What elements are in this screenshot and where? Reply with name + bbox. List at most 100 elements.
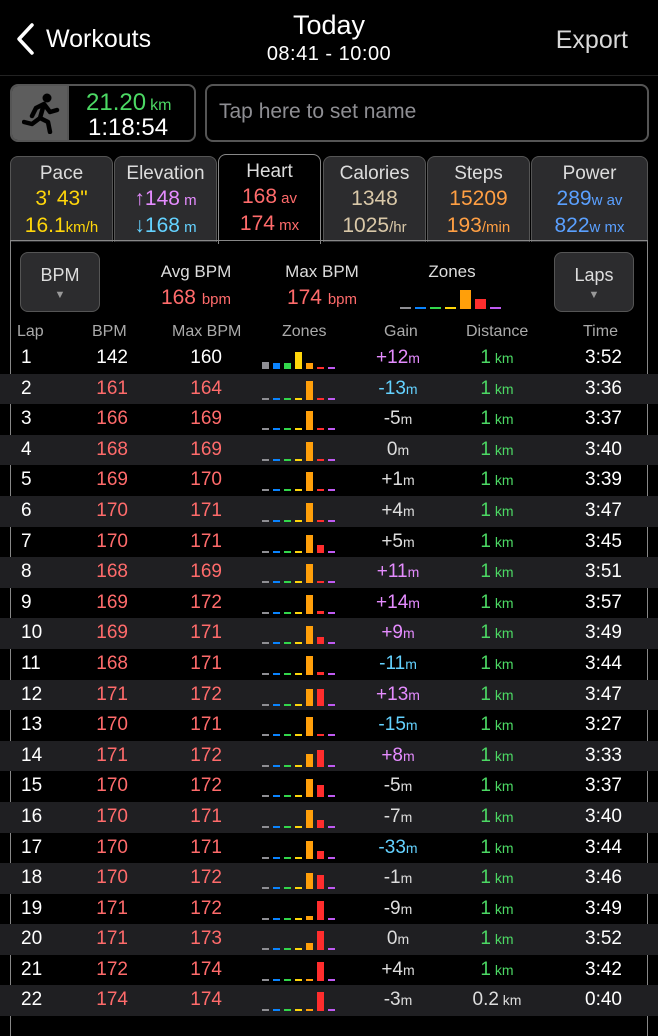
lap-gain-text: +14 (376, 591, 409, 613)
zone-bar (262, 703, 269, 706)
tab-calories[interactable]: Calories 1348 1025/hr (323, 156, 426, 242)
table-row[interactable]: 16 170 171 -7m 1 km 3:40 (0, 801, 658, 833)
tab-steps[interactable]: Steps 15209 193/min (427, 156, 530, 242)
lap-bpm: 171 (92, 898, 128, 920)
lap-time-text: 3:52 (585, 347, 622, 368)
zone-bar (295, 917, 302, 920)
lap-number-text: 21 (21, 958, 43, 980)
activity-type-button[interactable] (12, 86, 69, 140)
table-row[interactable]: 11 168 171 -11m 1 km 3:44 (0, 649, 658, 680)
table-row[interactable]: 22 174 174 -3m 0.2 km 0:40 (0, 985, 658, 1017)
export-button[interactable]: Export (556, 26, 628, 55)
lap-distance: 1 km (458, 653, 536, 675)
lap-number: 1 (21, 347, 32, 369)
zone-bar (306, 594, 313, 614)
zone-bar (328, 917, 335, 920)
zone-bar (328, 367, 335, 369)
table-row[interactable]: 19 171 172 -9m 1 km 3:49 (0, 894, 658, 925)
lap-gain: +9m (360, 622, 436, 644)
tab-power[interactable]: Power 289w av 822w mx (531, 156, 648, 242)
workout-name-field[interactable]: Tap here to set name (205, 84, 649, 142)
table-row[interactable]: 5 169 170 +1m 1 km 3:39 (0, 465, 658, 496)
lap-distance: 1 km (458, 622, 536, 644)
table-row[interactable]: 14 171 172 +8m 1 km 3:33 (0, 740, 658, 772)
zone-bar (295, 581, 302, 584)
zone-bar (273, 581, 280, 584)
table-row[interactable]: 8 168 169 +11m 1 km 3:51 (0, 557, 658, 588)
table-row[interactable]: 17 170 171 -33m 1 km 3:44 (0, 833, 658, 864)
lap-number: 20 (21, 928, 42, 950)
lap-time: 3:40 (574, 439, 622, 461)
zone-bar (317, 367, 324, 369)
table-row[interactable]: 13 170 171 -15m 1 km 3:27 (0, 710, 658, 741)
table-row[interactable]: 12 171 172 +13m 1 km 3:47 (0, 679, 658, 711)
lap-max-bpm: 171 (186, 653, 222, 675)
zone-bar (400, 307, 411, 309)
power-max-value: 822w mx (554, 214, 625, 237)
table-row[interactable]: 9 169 172 +14m 1 km 3:57 (0, 588, 658, 619)
zone-bar (306, 978, 313, 981)
avg-bpm-stat: Avg BPM 168 bpm (146, 262, 246, 310)
laps-dropdown-button[interactable]: Laps ▼ (554, 252, 634, 312)
table-row[interactable]: 3 166 169 -5m 1 km 3:37 (0, 404, 658, 435)
lap-number: 11 (21, 653, 41, 675)
tab-elevation[interactable]: Elevation ↑148 m ↓168 m (114, 156, 217, 242)
table-row[interactable]: 2 161 164 -13m 1 km 3:36 (0, 373, 658, 405)
zone-bar (328, 734, 335, 737)
zone-bar (295, 887, 302, 890)
table-row[interactable]: 18 170 172 -1m 1 km 3:46 (0, 863, 658, 894)
lap-number: 22 (21, 989, 42, 1011)
lap-bpm-text: 171 (96, 744, 128, 766)
lap-gain-text: 0 (386, 928, 398, 950)
lap-max-bpm-text: 171 (190, 652, 222, 674)
lap-distance-unit: km (491, 655, 514, 672)
lap-number: 6 (21, 500, 32, 522)
zone-bar (317, 850, 324, 859)
lap-distance: 1 km (458, 898, 536, 920)
zone-bar (328, 397, 335, 400)
zone-bar (262, 948, 269, 951)
zone-bar (295, 1009, 302, 1012)
lap-gain-unit: m (403, 472, 415, 489)
table-row[interactable]: 20 171 173 0m 1 km 3:52 (0, 924, 658, 955)
lap-distance-text: 1 (480, 836, 491, 858)
lap-bpm: 170 (92, 806, 128, 828)
tab-pace[interactable]: Pace 3' 43" 16.1km/h (10, 156, 113, 242)
tab-label: Pace (39, 163, 84, 184)
zone-bar (328, 489, 335, 492)
lap-gain: +12m (360, 347, 436, 369)
lap-gain: -5m (360, 775, 436, 797)
lap-gain: -5m (360, 408, 436, 430)
table-row[interactable]: 7 170 171 +5m 1 km 3:45 (0, 527, 658, 558)
lap-time-text: 3:42 (585, 958, 622, 980)
zone-bar (273, 1009, 280, 1012)
avg-bpm-label: Avg BPM (160, 262, 232, 281)
zone-bar (317, 749, 324, 767)
lap-gain-text: +5 (381, 530, 403, 552)
table-row[interactable]: 10 169 171 +9m 1 km 3:49 (0, 618, 658, 649)
lap-zones-chart (262, 898, 342, 920)
bpm-dropdown-button[interactable]: BPM ▼ (20, 252, 100, 312)
lap-distance-text: 1 (480, 744, 491, 766)
lap-distance-unit: km (491, 380, 514, 397)
lap-bpm-text: 171 (96, 683, 128, 705)
lap-bpm: 172 (92, 959, 128, 981)
lap-max-bpm-text: 174 (190, 989, 222, 1011)
lap-bpm-text: 171 (96, 928, 128, 950)
lap-time-text: 3:46 (585, 867, 622, 889)
table-row[interactable]: 4 168 169 0m 1 km 3:40 (0, 434, 658, 466)
table-row[interactable]: 21 172 174 +4m 1 km 3:42 (0, 955, 658, 986)
lap-zones-chart (262, 867, 342, 890)
lap-time-text: 3:47 (585, 499, 622, 521)
table-row[interactable]: 6 170 171 +4m 1 km 3:47 (0, 495, 658, 527)
lap-number: 12 (21, 684, 42, 706)
lap-distance-text: 1 (480, 958, 491, 980)
table-row[interactable]: 1 142 160 +12m 1 km 3:52 (0, 343, 658, 374)
lap-gain-unit: m (400, 992, 413, 1009)
zone-bar (306, 363, 313, 369)
table-row[interactable]: 15 170 172 -5m 1 km 3:37 (0, 771, 658, 802)
lap-bpm: 170 (92, 531, 128, 553)
lap-gain-text: 0 (386, 438, 398, 460)
tab-heart[interactable]: Heart 168 av 174 mx (218, 154, 321, 244)
lap-max-bpm-text: 171 (190, 836, 222, 858)
